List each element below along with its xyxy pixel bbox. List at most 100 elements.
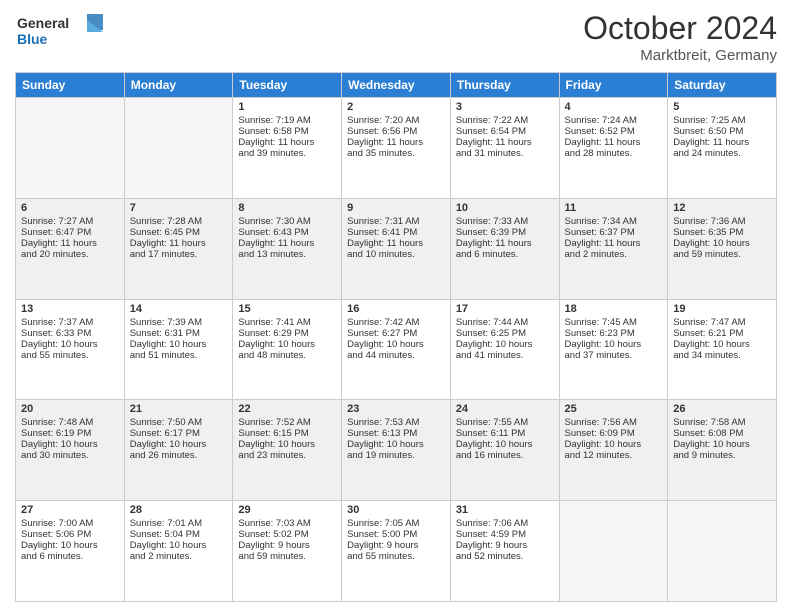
sunset-line: Sunset: 6:21 PM: [673, 328, 771, 339]
daylight-line2: and 59 minutes.: [238, 551, 336, 562]
day-number: 1: [238, 101, 336, 113]
daylight-line1: Daylight: 10 hours: [130, 540, 228, 551]
sunrise-line: Sunrise: 7:36 AM: [673, 216, 771, 227]
day-number: 15: [238, 303, 336, 315]
daylight-line2: and 10 minutes.: [347, 249, 445, 260]
daylight-line2: and 2 minutes.: [565, 249, 663, 260]
daylight-line1: Daylight: 11 hours: [565, 238, 663, 249]
daylight-line2: and 55 minutes.: [21, 350, 119, 361]
daylight-line2: and 34 minutes.: [673, 350, 771, 361]
calendar-cell: 2Sunrise: 7:20 AMSunset: 6:56 PMDaylight…: [342, 98, 451, 199]
daylight-line1: Daylight: 11 hours: [347, 238, 445, 249]
calendar-cell: [16, 98, 125, 199]
daylight-line1: Daylight: 10 hours: [130, 339, 228, 350]
day-number: 19: [673, 303, 771, 315]
calendar-cell: 9Sunrise: 7:31 AMSunset: 6:41 PMDaylight…: [342, 198, 451, 299]
calendar-week-row: 27Sunrise: 7:00 AMSunset: 5:06 PMDayligh…: [16, 501, 777, 602]
daylight-line2: and 17 minutes.: [130, 249, 228, 260]
calendar-cell: 28Sunrise: 7:01 AMSunset: 5:04 PMDayligh…: [124, 501, 233, 602]
col-header-thursday: Thursday: [450, 73, 559, 98]
sunrise-line: Sunrise: 7:39 AM: [130, 317, 228, 328]
sunset-line: Sunset: 6:56 PM: [347, 126, 445, 137]
daylight-line2: and 28 minutes.: [565, 148, 663, 159]
sunrise-line: Sunrise: 7:53 AM: [347, 417, 445, 428]
sunset-line: Sunset: 6:33 PM: [21, 328, 119, 339]
sunrise-line: Sunrise: 7:52 AM: [238, 417, 336, 428]
day-number: 16: [347, 303, 445, 315]
sunset-line: Sunset: 6:31 PM: [130, 328, 228, 339]
day-number: 21: [130, 403, 228, 415]
sunrise-line: Sunrise: 7:37 AM: [21, 317, 119, 328]
sunset-line: Sunset: 6:47 PM: [21, 227, 119, 238]
calendar-cell: 22Sunrise: 7:52 AMSunset: 6:15 PMDayligh…: [233, 400, 342, 501]
daylight-line1: Daylight: 11 hours: [347, 137, 445, 148]
day-number: 14: [130, 303, 228, 315]
calendar-header-row: SundayMondayTuesdayWednesdayThursdayFrid…: [16, 73, 777, 98]
sunset-line: Sunset: 6:08 PM: [673, 428, 771, 439]
daylight-line2: and 9 minutes.: [673, 450, 771, 461]
daylight-line2: and 26 minutes.: [130, 450, 228, 461]
daylight-line1: Daylight: 10 hours: [130, 439, 228, 450]
sunrise-line: Sunrise: 7:34 AM: [565, 216, 663, 227]
daylight-line1: Daylight: 10 hours: [347, 439, 445, 450]
daylight-line2: and 16 minutes.: [456, 450, 554, 461]
calendar-cell: 30Sunrise: 7:05 AMSunset: 5:00 PMDayligh…: [342, 501, 451, 602]
day-number: 12: [673, 202, 771, 214]
day-number: 29: [238, 504, 336, 516]
daylight-line1: Daylight: 10 hours: [673, 238, 771, 249]
day-number: 27: [21, 504, 119, 516]
sunrise-line: Sunrise: 7:58 AM: [673, 417, 771, 428]
calendar-cell: 19Sunrise: 7:47 AMSunset: 6:21 PMDayligh…: [668, 299, 777, 400]
calendar-week-row: 1Sunrise: 7:19 AMSunset: 6:58 PMDaylight…: [16, 98, 777, 199]
day-number: 20: [21, 403, 119, 415]
daylight-line2: and 20 minutes.: [21, 249, 119, 260]
daylight-line1: Daylight: 11 hours: [21, 238, 119, 249]
daylight-line2: and 31 minutes.: [456, 148, 554, 159]
sunset-line: Sunset: 5:02 PM: [238, 529, 336, 540]
sunrise-line: Sunrise: 7:31 AM: [347, 216, 445, 227]
day-number: 7: [130, 202, 228, 214]
daylight-line1: Daylight: 10 hours: [21, 339, 119, 350]
sunset-line: Sunset: 5:00 PM: [347, 529, 445, 540]
calendar-cell: 3Sunrise: 7:22 AMSunset: 6:54 PMDaylight…: [450, 98, 559, 199]
daylight-line1: Daylight: 11 hours: [130, 238, 228, 249]
calendar-cell: [124, 98, 233, 199]
calendar-cell: 12 Sunrise: 7:36 AMSunset: 6:35 PMDayligh…: [668, 198, 777, 299]
sunrise-line: Sunrise: 7:28 AM: [130, 216, 228, 227]
day-number: 9: [347, 202, 445, 214]
calendar-cell: 7Sunrise: 7:28 AMSunset: 6:45 PMDaylight…: [124, 198, 233, 299]
calendar-week-row: 20 Sunrise: 7:48 AMSunset: 6:19 PM Dayligh…: [16, 400, 777, 501]
day-number: 6: [21, 202, 119, 214]
day-number: 13: [21, 303, 119, 315]
day-number: 4: [565, 101, 663, 113]
sunset-line: Sunset: 6:50 PM: [673, 126, 771, 137]
calendar-cell: [668, 501, 777, 602]
sunrise-line: Sunrise: 7:50 AM: [130, 417, 228, 428]
sunrise-line: Sunrise: 7:48 AM: [21, 417, 119, 428]
sunset-line: Sunset: 6:54 PM: [456, 126, 554, 137]
col-header-sunday: Sunday: [16, 73, 125, 98]
sunset-line: Sunset: 6:29 PM: [238, 328, 336, 339]
daylight-line1: Daylight: 9 hours: [347, 540, 445, 551]
daylight-line1: Daylight: 10 hours: [347, 339, 445, 350]
sunrise-line: Sunrise: 7:20 AM: [347, 115, 445, 126]
sunrise-line: Sunrise: 7:44 AM: [456, 317, 554, 328]
sunrise-line: Sunrise: 7:24 AM: [565, 115, 663, 126]
sunset-line: Sunset: 6:35 PM: [673, 227, 771, 238]
daylight-line1: Daylight: 11 hours: [238, 238, 336, 249]
sunset-line: Sunset: 6:19 PM: [21, 428, 119, 439]
daylight-line1: Daylight: 11 hours: [673, 137, 771, 148]
day-number: 31: [456, 504, 554, 516]
daylight-line2: and 52 minutes.: [456, 551, 554, 562]
daylight-line1: Daylight: 10 hours: [238, 439, 336, 450]
calendar-cell: 31Sunrise: 7:06 AMSunset: 4:59 PMDayligh…: [450, 501, 559, 602]
sunrise-line: Sunrise: 7:22 AM: [456, 115, 554, 126]
daylight-line2: and 19 minutes.: [347, 450, 445, 461]
sunset-line: Sunset: 6:11 PM: [456, 428, 554, 439]
calendar-cell: 20Sunrise: 7:48 AMSunset: 6:19 PMDayligh…: [16, 400, 125, 501]
daylight-line1: Daylight: 11 hours: [456, 238, 554, 249]
daylight-line1: Daylight: 10 hours: [238, 339, 336, 350]
daylight-line2: and 6 minutes.: [21, 551, 119, 562]
daylight-line1: Daylight: 10 hours: [21, 540, 119, 551]
col-header-monday: Monday: [124, 73, 233, 98]
